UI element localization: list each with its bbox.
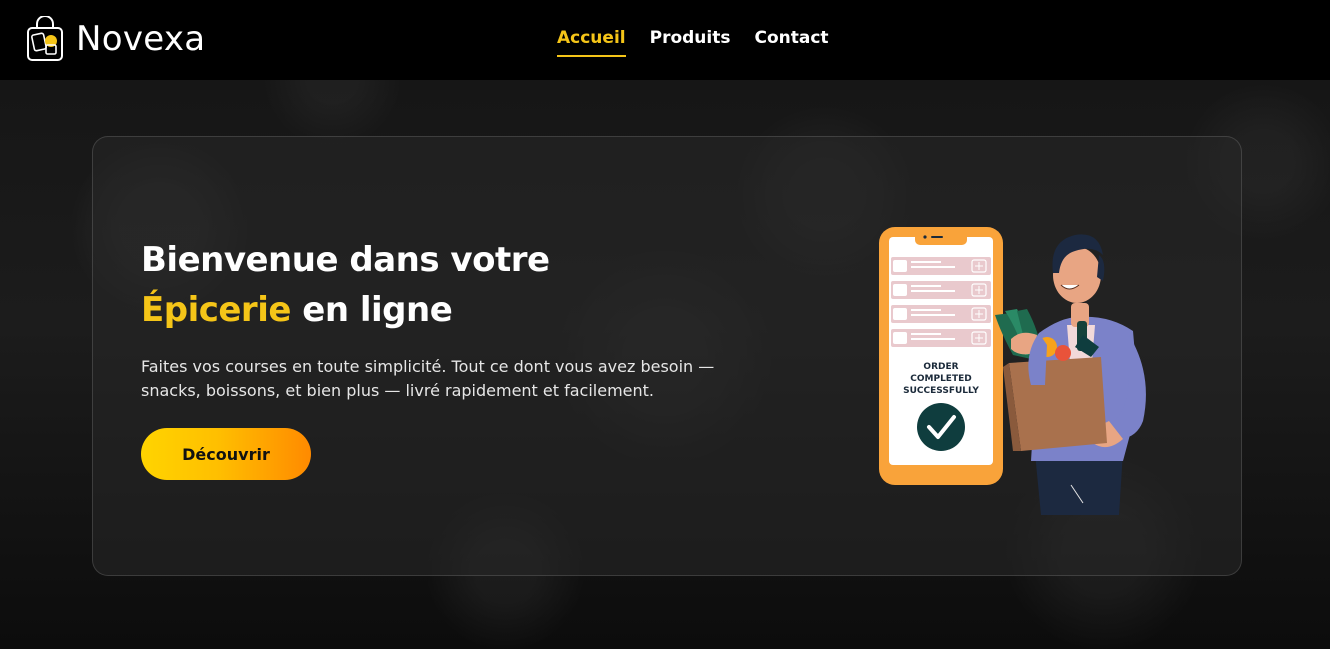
navbar: Novexa Accueil Produits Contact	[0, 0, 1330, 80]
order-status-line1: ORDER	[923, 362, 958, 372]
nav-link-accueil[interactable]: Accueil	[557, 26, 626, 57]
nav-link-produits[interactable]: Produits	[650, 26, 731, 57]
hero-title-highlight: Épicerie	[141, 290, 291, 330]
page: Novexa Accueil Produits Contact Bienvenu…	[0, 0, 1330, 649]
brand[interactable]: Novexa	[26, 16, 205, 62]
checkmark-icon	[917, 403, 965, 451]
discover-button[interactable]: Découvrir	[141, 428, 311, 480]
shopping-bag-icon	[27, 16, 63, 61]
delivery-person	[995, 234, 1146, 515]
order-completed-illustration: ORDER COMPLETED SUCCESSFULLY	[879, 227, 1146, 515]
hero-title-line1: Bienvenue dans votre	[141, 240, 550, 280]
order-status-line2: COMPLETED	[910, 374, 971, 384]
order-status-line3: SUCCESSFULLY	[903, 386, 979, 396]
hero-title-line2: en ligne	[290, 290, 453, 330]
hero-title: Bienvenue dans votre Épicerie en ligne	[141, 235, 550, 335]
hero-card: Bienvenue dans votre Épicerie en ligne F…	[92, 136, 1242, 576]
hero-description: Faites vos courses en toute simplicité. …	[141, 357, 715, 400]
main-nav: Accueil Produits Contact	[557, 26, 829, 57]
nav-link-contact[interactable]: Contact	[754, 26, 828, 57]
brand-name: Novexa	[76, 19, 206, 59]
